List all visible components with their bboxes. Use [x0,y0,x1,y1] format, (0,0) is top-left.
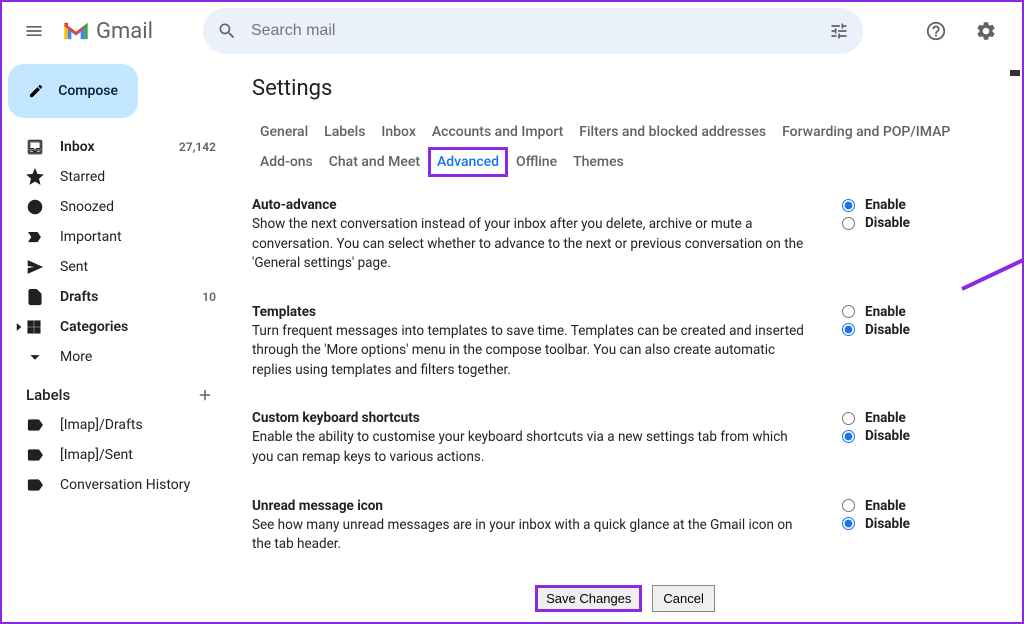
setting-auto-advance: Auto-advance Show the next conversation … [252,189,998,296]
sidebar-item-snoozed[interactable]: Snoozed [8,192,228,222]
tab-labels[interactable]: Labels [316,117,373,147]
sidebar-item-categories[interactable]: Categories [8,312,228,342]
search-icon [217,21,237,41]
label-icon [26,416,44,434]
auto-advance-enable[interactable]: Enable [842,197,962,213]
gmail-logo[interactable]: Gmail [62,19,153,44]
sidebar-item-important[interactable]: Important [8,222,228,252]
clock-icon [26,198,44,216]
tab-themes[interactable]: Themes [565,147,632,177]
save-changes-button[interactable]: Save Changes [535,585,642,612]
templates-enable[interactable]: Enable [842,304,962,320]
main-content: Settings General Labels Inbox Accounts a… [228,60,1022,622]
sidebar-item-starred[interactable]: Starred [8,162,228,192]
support-button[interactable] [918,13,954,49]
gear-icon [975,20,997,42]
important-icon [26,228,44,246]
sent-icon [26,258,44,276]
sidebar-item-more[interactable]: More [8,342,228,372]
inbox-icon [26,138,44,156]
tab-accounts[interactable]: Accounts and Import [424,117,571,147]
tab-advanced[interactable]: Advanced [428,147,508,177]
file-icon [26,288,44,306]
tab-filters[interactable]: Filters and blocked addresses [571,117,774,147]
star-icon [26,168,44,186]
gmail-icon [62,20,90,42]
setting-keyboard-shortcuts: Custom keyboard shortcuts Enable the abi… [252,402,998,489]
settings-button[interactable] [968,13,1004,49]
label-icon [26,476,44,494]
caret-right-icon [13,318,25,336]
tab-forwarding[interactable]: Forwarding and POP/IMAP [774,117,958,147]
setting-unread-icon: Unread message icon See how many unread … [252,490,998,577]
setting-templates: Templates Turn frequent messages into te… [252,296,998,403]
gmail-logo-text: Gmail [96,19,153,44]
unread-icon-enable[interactable]: Enable [842,498,962,514]
tab-general[interactable]: General [252,117,316,147]
unread-icon-disable[interactable]: Disable [842,516,962,532]
sidebar-item-drafts[interactable]: Drafts 10 [8,282,228,312]
settings-tabs: General Labels Inbox Accounts and Import… [228,113,1022,177]
categories-icon [25,318,43,336]
search-bar[interactable] [203,8,863,54]
hamburger-icon [24,21,44,41]
sidebar-item-inbox[interactable]: Inbox 27,142 [8,132,228,162]
add-label-icon[interactable] [196,386,214,404]
page-title: Settings [228,72,1022,113]
sidebar-item-sent[interactable]: Sent [8,252,228,282]
compose-label: Compose [58,83,118,99]
pencil-icon [28,80,44,102]
label-conversation-history[interactable]: Conversation History [8,470,228,500]
tab-chat[interactable]: Chat and Meet [321,147,428,177]
input-tools-indicator[interactable] [1010,70,1020,76]
label-icon [26,446,44,464]
chevron-down-icon [26,348,44,366]
compose-button[interactable]: Compose [8,64,138,118]
search-options-icon[interactable] [829,21,849,41]
auto-advance-disable[interactable]: Disable [842,215,962,231]
help-icon [925,20,947,42]
tab-addons[interactable]: Add-ons [252,147,321,177]
cancel-button[interactable]: Cancel [652,585,714,612]
search-input[interactable] [251,22,829,40]
label-imap-drafts[interactable]: [Imap]/Drafts [8,410,228,440]
tab-inbox[interactable]: Inbox [373,117,423,147]
shortcuts-disable[interactable]: Disable [842,428,962,444]
templates-disable[interactable]: Disable [842,322,962,338]
tab-offline[interactable]: Offline [508,147,565,177]
label-imap-sent[interactable]: [Imap]/Sent [8,440,228,470]
labels-header: Labels [8,372,228,410]
shortcuts-enable[interactable]: Enable [842,410,962,426]
sidebar: Compose Inbox 27,142 Starred Snoozed Imp… [2,60,228,622]
main-menu-button[interactable] [14,11,54,51]
